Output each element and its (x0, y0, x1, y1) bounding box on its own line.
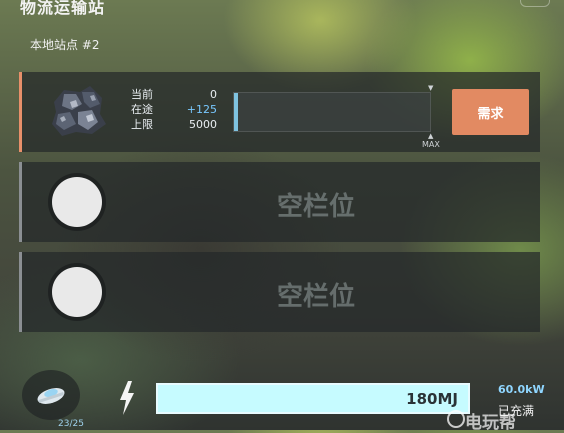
energy-amount: 180MJ (406, 390, 458, 408)
title-corner-decoration (520, 0, 550, 7)
ore-chunk-icon (52, 86, 106, 136)
power-rate: 60.0kW (498, 383, 545, 396)
item-stats: 当前 0 在途 +125 上限 5000 (131, 87, 217, 132)
energy-bar: 180MJ (156, 383, 470, 414)
drone-icon (37, 388, 65, 404)
stat-value-in-transit: +125 (186, 103, 217, 116)
drone-button[interactable] (22, 370, 80, 420)
empty-slot-label: 空栏位 (276, 192, 355, 222)
empty-slot-label: 空栏位 (276, 282, 355, 312)
slot-1[interactable]: 当前 0 在途 +125 上限 5000 ▼ ▲ MAX 需求 (19, 72, 540, 152)
storage-fill (234, 93, 238, 131)
slot-3[interactable]: 空栏位 (19, 252, 540, 332)
lightning-icon (120, 381, 134, 415)
stat-label-in-transit: 在途 (131, 103, 153, 116)
station-title: 物流运输站 (20, 0, 106, 17)
drone-count: 23/25 (58, 419, 84, 429)
stat-value-max: 5000 (189, 118, 217, 131)
stat-label-current: 当前 (131, 88, 153, 101)
watermark: 电玩帮 (465, 413, 516, 433)
slot-2[interactable]: 空栏位 (19, 162, 540, 242)
max-label: MAX (422, 140, 440, 149)
stat-label-max: 上限 (131, 118, 153, 131)
station-subtitle: 本地站点 #2 (30, 38, 100, 52)
storage-limit-slider[interactable] (233, 92, 431, 132)
slider-bottom-marker-icon: ▲ (428, 132, 434, 140)
stat-value-current: 0 (210, 88, 217, 101)
demand-button[interactable]: 需求 (452, 89, 529, 135)
slider-top-marker-icon: ▼ (428, 84, 434, 92)
